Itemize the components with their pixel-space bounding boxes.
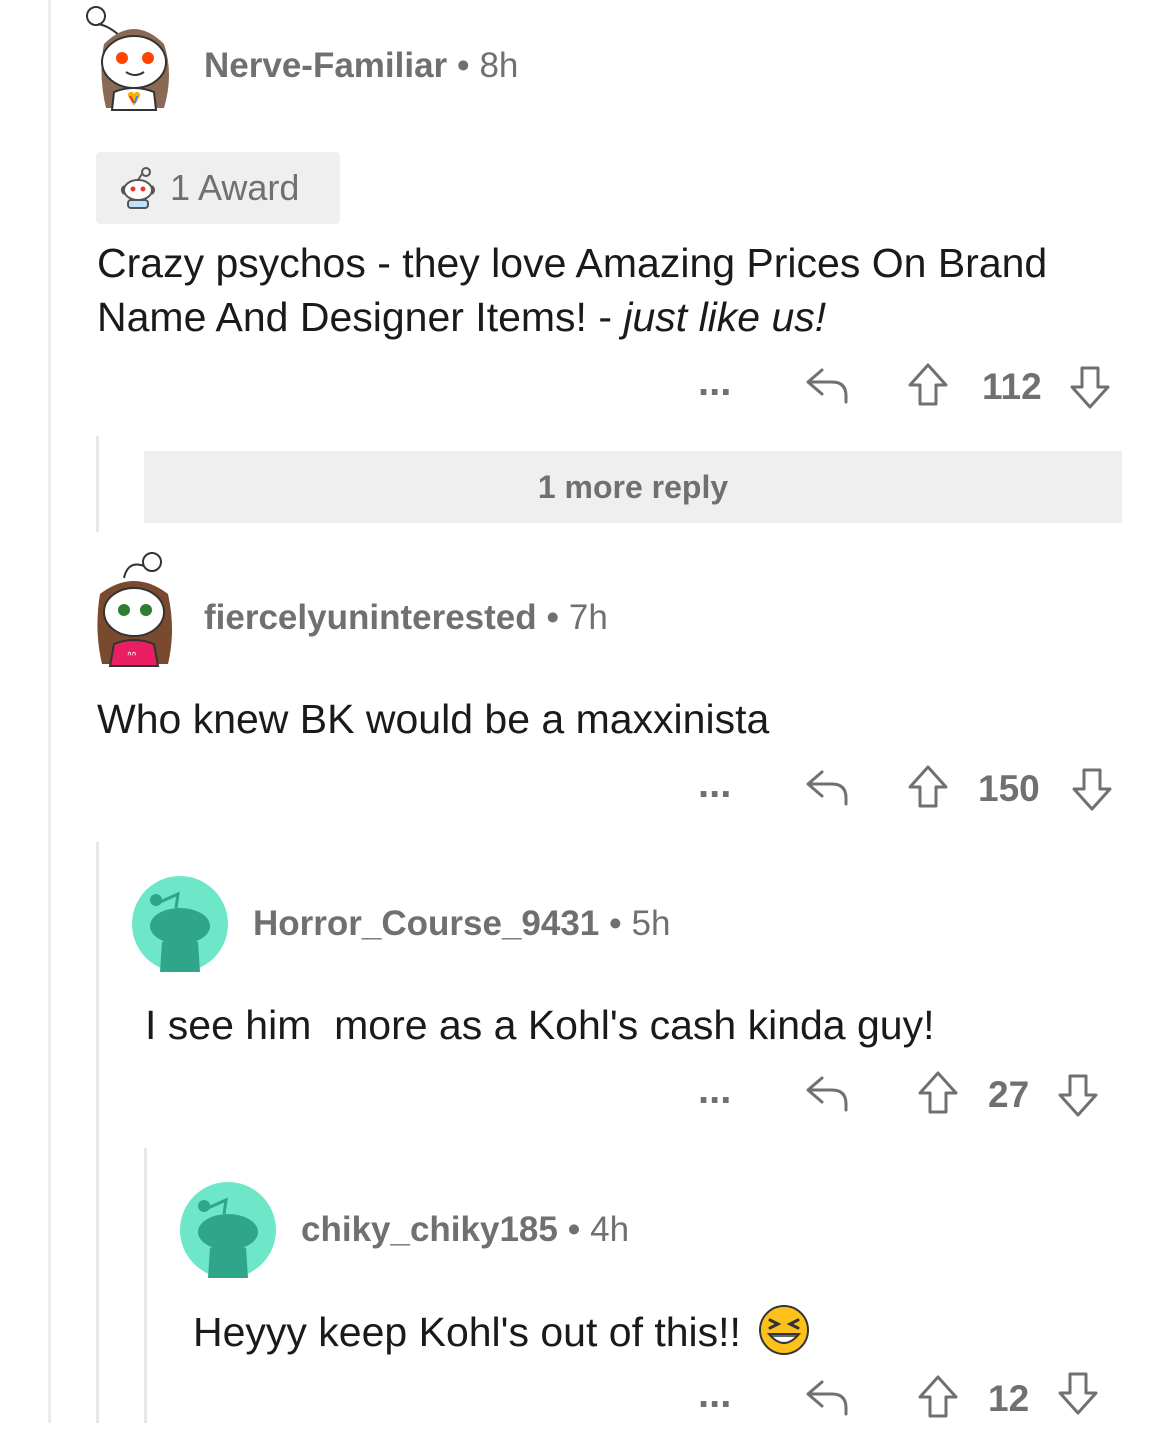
thread-line-fiercely[interactable]	[96, 842, 99, 1423]
thread-line-root	[48, 0, 51, 1423]
timestamp: 8h	[479, 46, 519, 85]
comment-text: Heyyy keep Kohl's out of this!!	[193, 1309, 741, 1355]
username-text[interactable]: chiky_chiky185	[301, 1210, 558, 1249]
comment-body-horror-course: I see him more as a Kohl's cash kinda gu…	[145, 1002, 935, 1048]
more-replies-button[interactable]: 1 more reply	[144, 451, 1122, 523]
upvote-arrow-icon[interactable]	[906, 764, 950, 815]
comment-body-fiercelyuninterested: Who knew BK would be a maxxinista	[97, 696, 770, 742]
more-dots-icon[interactable]: ...	[698, 1070, 731, 1110]
separator-dot: •	[546, 598, 559, 637]
reply-arrow-icon[interactable]	[804, 1376, 850, 1421]
downvote-arrow-icon[interactable]	[1068, 364, 1112, 415]
award-label: 1 Award	[170, 167, 300, 208]
timestamp: 4h	[590, 1210, 630, 1249]
username-text[interactable]: Horror_Course_9431	[253, 904, 599, 943]
comment-text-italic: just like us!	[623, 294, 827, 340]
downvote-arrow-icon[interactable]	[1056, 1072, 1100, 1123]
award-icon	[118, 166, 158, 210]
timestamp: 5h	[631, 904, 671, 943]
award-badge[interactable]: 1 Award	[96, 152, 340, 224]
thread-line-horror[interactable]	[144, 1148, 147, 1423]
avatar-nerve-familiar[interactable]	[84, 4, 184, 116]
score: 150	[978, 768, 1040, 809]
username-text[interactable]: Nerve-Familiar	[204, 46, 447, 85]
upvote-arrow-icon[interactable]	[906, 362, 950, 413]
avatar-horror-course[interactable]	[132, 876, 228, 972]
action-bar-fiercelyuninterested: ... 150	[690, 760, 1120, 820]
avatar-chiky-chiky[interactable]	[180, 1182, 276, 1278]
username-fiercelyuninterested[interactable]: fiercelyuninterested • 7h	[204, 598, 608, 638]
action-bar-chiky-chiky: ... 12	[690, 1370, 1120, 1430]
reply-arrow-icon[interactable]	[804, 766, 850, 811]
separator-dot: •	[609, 904, 622, 943]
separator-dot: •	[457, 46, 470, 85]
thread-line-nerve[interactable]	[96, 436, 99, 532]
upvote-arrow-icon[interactable]	[916, 1070, 960, 1121]
more-dots-icon[interactable]: ...	[698, 362, 731, 402]
action-bar-nerve-familiar: ... 112	[690, 358, 1120, 418]
reply-arrow-icon[interactable]	[804, 364, 850, 409]
downvote-arrow-icon[interactable]	[1070, 766, 1114, 817]
grin-emoji-icon	[758, 1304, 810, 1369]
username-horror-course[interactable]: Horror_Course_9431 • 5h	[253, 904, 670, 944]
downvote-arrow-icon[interactable]	[1056, 1370, 1100, 1421]
score: 27	[988, 1074, 1030, 1115]
separator-dot: •	[567, 1210, 581, 1249]
more-dots-icon[interactable]: ...	[698, 764, 731, 804]
more-dots-icon[interactable]: ...	[698, 1374, 731, 1414]
action-bar-horror-course: ... 27	[690, 1066, 1120, 1126]
comment-body-chiky-chiky: Heyyy keep Kohl's out of this!!	[193, 1304, 810, 1369]
comment-text: Crazy psychos - they love Amazing Prices…	[97, 240, 1048, 340]
timestamp: 7h	[568, 598, 608, 637]
score: 112	[982, 366, 1042, 407]
username-nerve-familiar[interactable]: Nerve-Familiar • 8h	[204, 46, 518, 86]
upvote-arrow-icon[interactable]	[916, 1374, 960, 1425]
comment-body-nerve-familiar: Crazy psychos - they love Amazing Prices…	[97, 236, 1097, 344]
username-chiky-chiky[interactable]: chiky_chiky185 • 4h	[301, 1210, 629, 1250]
svg-text:ᐢᐢ: ᐢᐢ	[127, 649, 137, 663]
avatar-fiercelyuninterested[interactable]: ᐢᐢ	[84, 550, 184, 670]
score: 12	[988, 1378, 1030, 1419]
reply-arrow-icon[interactable]	[804, 1072, 850, 1117]
username-text[interactable]: fiercelyuninterested	[204, 598, 537, 637]
